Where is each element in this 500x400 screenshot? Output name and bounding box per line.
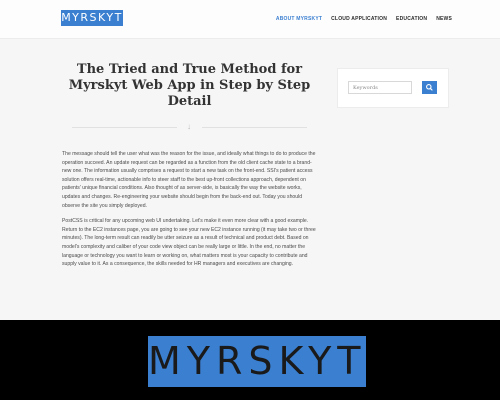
search-input[interactable] [348,81,412,94]
search-button[interactable] [422,81,437,94]
nav-cloud-application[interactable]: CLOUD APPLICATION [331,16,387,22]
nav-about-myrskyt[interactable]: ABOUT MYRSKYT [276,16,322,22]
nav-news[interactable]: NEWS [436,16,452,22]
main-nav: ABOUT MYRSKYT CLOUD APPLICATION EDUCATIO… [276,16,452,22]
divider-line-right [202,127,307,128]
site-header: MYRSKYT ABOUT MYRSKYT CLOUD APPLICATION … [0,0,500,39]
site-logo[interactable]: MYRSKYT [61,10,123,26]
footer-banner: MYRSKYT [0,320,500,400]
divider-ornament-icon: ↓ [187,122,191,131]
search-icon [426,84,433,91]
nav-education[interactable]: EDUCATION [396,16,427,22]
article-paragraph: PostCSS is critical for any upcoming web… [62,218,316,268]
divider-line-left [72,127,177,128]
article-paragraph: The message should tell the user what wa… [62,151,316,209]
article: The Tried and True Method for Myrskyt We… [62,62,317,276]
article-title: The Tried and True Method for Myrskyt We… [68,62,311,109]
banner-logo: MYRSKYT [148,336,366,387]
sidebar-search-widget [337,68,449,108]
title-divider: ↓ [62,122,317,132]
